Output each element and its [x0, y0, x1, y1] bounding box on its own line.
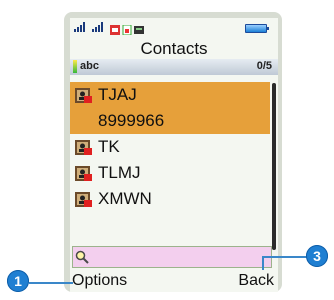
contact-count: 0/5	[256, 60, 272, 72]
contact-name: TK	[98, 137, 120, 156]
callout-1-line	[29, 282, 73, 284]
search-icon	[75, 250, 89, 269]
search-input[interactable]	[72, 246, 272, 268]
signal-bars-icon	[74, 22, 88, 32]
sim-card-icon	[122, 22, 132, 36]
callout-3-badge: 3	[306, 245, 328, 267]
contact-card-icon	[75, 191, 92, 208]
contact-card-icon	[75, 165, 92, 182]
phone-screen: Contacts abc 0/5 TJAJ 8999966 TK TLMJ XM…	[70, 18, 278, 292]
message-icon	[110, 22, 120, 35]
contact-name: TJAJ	[98, 85, 137, 104]
contact-card-icon	[75, 87, 92, 104]
status-bar	[70, 18, 278, 36]
contact-row-xmwn[interactable]: XMWN	[70, 186, 270, 212]
options-softkey[interactable]: Options	[72, 272, 127, 290]
input-mode-icon	[73, 60, 77, 73]
callout-3-line-v	[262, 256, 264, 270]
battery-icon	[245, 24, 269, 33]
contact-row-tjaj[interactable]: TJAJ 8999966	[70, 82, 270, 134]
contact-card-icon	[75, 139, 92, 156]
callout-3-line-h	[262, 256, 308, 258]
contact-number: 8999966	[98, 111, 165, 130]
callout-1-badge: 1	[7, 270, 29, 292]
input-mode-label: abc	[80, 60, 99, 72]
back-softkey[interactable]: Back	[238, 272, 274, 290]
info-bar: abc 0/5	[70, 59, 278, 75]
contact-name: TLMJ	[98, 163, 141, 182]
scrollbar-thumb[interactable]	[272, 83, 276, 250]
contact-name: XMWN	[98, 189, 152, 208]
contact-row-tk[interactable]: TK	[70, 134, 270, 160]
signal-bars-2-icon	[92, 22, 106, 32]
storage-icon	[134, 22, 144, 34]
contacts-list: TJAJ 8999966 TK TLMJ XMWN	[70, 82, 270, 212]
page-title: Contacts	[140, 39, 208, 58]
softkey-bar: Options Back	[70, 270, 278, 292]
contact-row-tlmj[interactable]: TLMJ	[70, 160, 270, 186]
